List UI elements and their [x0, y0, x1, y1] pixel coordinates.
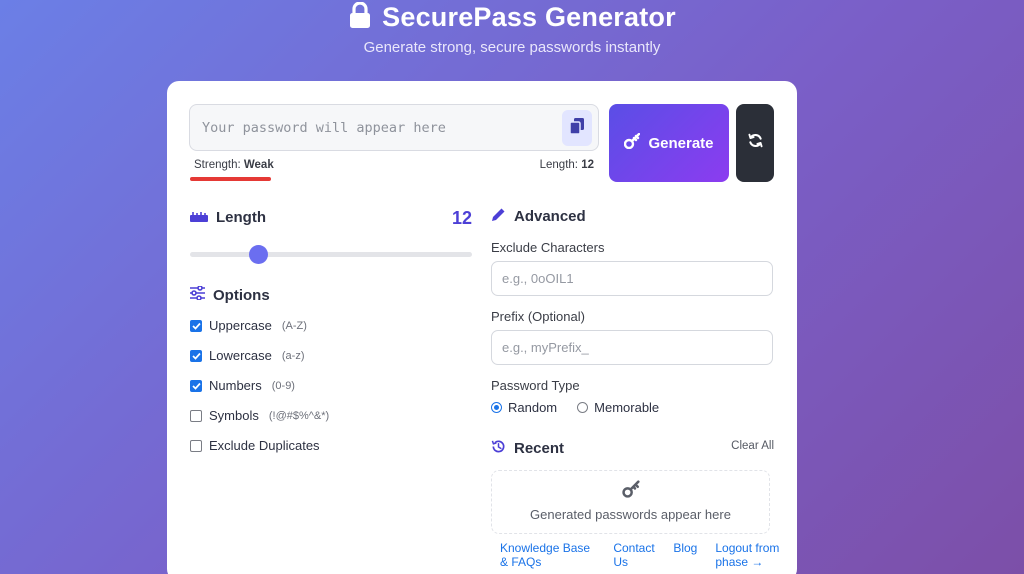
page-title: SecurePass Generator — [382, 1, 676, 32]
length-slider-track[interactable] — [190, 252, 472, 257]
copy-button[interactable] — [562, 110, 592, 146]
option-hint: (A-Z) — [281, 319, 307, 332]
clear-all-button[interactable]: Clear All — [731, 440, 774, 452]
strength-bar — [190, 177, 271, 181]
recent-title: Recent — [514, 440, 565, 457]
option-hint: (!@#$%^&*) — [268, 409, 330, 422]
option-label: Symbols — [209, 408, 259, 423]
options-title: Options — [213, 286, 270, 304]
numbers-checkbox[interactable] — [190, 379, 202, 392]
strength-value: Weak — [243, 159, 274, 171]
refresh-icon — [747, 133, 763, 153]
prefix-field-wrapper — [491, 330, 773, 365]
page-header: SecurePass Generator Generate strong, se… — [0, 0, 1024, 56]
ruler-icon — [190, 209, 208, 226]
copy-icon — [569, 117, 584, 139]
password-type-options: Random Memorable — [491, 400, 659, 415]
password-output-field[interactable] — [190, 105, 550, 150]
memorable-label[interactable]: Memorable — [594, 400, 659, 415]
exclude-label: Exclude Characters — [491, 240, 605, 255]
key-icon — [624, 132, 641, 153]
generate-button[interactable]: Generate — [609, 104, 729, 182]
option-numbers[interactable]: Numbers (0-9) — [190, 378, 295, 393]
option-hint: (a-z) — [281, 349, 305, 362]
prefix-label: Prefix (Optional) — [491, 309, 585, 324]
strength-indicator: Strength: Weak — [194, 159, 274, 171]
length-info-label: Length: — [539, 159, 578, 171]
advanced-section-title: Advanced — [491, 207, 586, 226]
option-lowercase[interactable]: Lowercase (a-z) — [190, 348, 304, 363]
length-section-title: Length — [190, 209, 266, 226]
footer-links: Knowledge Base & FAQs Contact Us Blog Lo… — [500, 541, 797, 569]
options-section-title: Options — [190, 285, 270, 304]
lowercase-checkbox[interactable] — [190, 349, 202, 362]
random-radio[interactable] — [491, 402, 502, 413]
footer-link-knowledge-base[interactable]: Knowledge Base & FAQs — [500, 541, 595, 569]
advanced-title: Advanced — [514, 208, 586, 225]
footer-link-logout[interactable]: Logout from phase → — [715, 541, 797, 569]
length-info: Length: 12 — [540, 159, 594, 171]
generate-label: Generate — [648, 134, 714, 152]
symbols-checkbox[interactable] — [190, 409, 202, 422]
password-output-box — [189, 104, 599, 151]
length-slider-thumb[interactable] — [249, 245, 268, 264]
option-hint: (0-9) — [271, 379, 295, 392]
refresh-button[interactable] — [736, 104, 774, 182]
length-value: 12 — [452, 208, 473, 228]
sliders-icon — [190, 285, 205, 304]
key-icon — [492, 480, 769, 503]
option-label: Lowercase — [209, 348, 272, 363]
password-type-label: Password Type — [491, 378, 580, 393]
title-row: SecurePass Generator — [0, 0, 1024, 34]
history-icon — [491, 439, 506, 458]
recent-empty-text: Generated passwords appear here — [530, 507, 731, 522]
page-subtitle: Generate strong, secure passwords instan… — [363, 39, 661, 56]
exclude-characters-input[interactable] — [492, 262, 772, 295]
generator-card: Generate Strength: Weak Length: 12 Lengt… — [167, 81, 797, 574]
option-label: Numbers — [209, 378, 262, 393]
recent-empty-state: Generated passwords appear here — [491, 470, 770, 534]
uppercase-checkbox[interactable] — [190, 319, 202, 332]
option-uppercase[interactable]: Uppercase (A-Z) — [190, 318, 307, 333]
exclude-field-wrapper — [491, 261, 773, 296]
length-title: Length — [216, 209, 266, 226]
strength-label: Strength: — [194, 159, 241, 171]
memorable-radio[interactable] — [577, 402, 589, 413]
option-label: Uppercase — [209, 318, 272, 333]
recent-section-title: Recent — [491, 439, 564, 458]
footer-link-blog[interactable]: Blog — [673, 541, 697, 569]
footer-link-contact[interactable]: Contact Us — [613, 541, 655, 569]
lock-icon — [348, 0, 372, 33]
pencil-icon — [491, 207, 506, 226]
option-symbols[interactable]: Symbols (!@#$%^&*) — [190, 408, 329, 423]
random-label[interactable]: Random — [508, 400, 557, 415]
exclude-duplicates-checkbox[interactable] — [190, 439, 202, 452]
length-info-value: 12 — [581, 159, 594, 171]
option-label: Exclude Duplicates — [209, 438, 320, 453]
prefix-input[interactable] — [492, 331, 772, 364]
option-exclude-duplicates[interactable]: Exclude Duplicates — [190, 438, 320, 453]
